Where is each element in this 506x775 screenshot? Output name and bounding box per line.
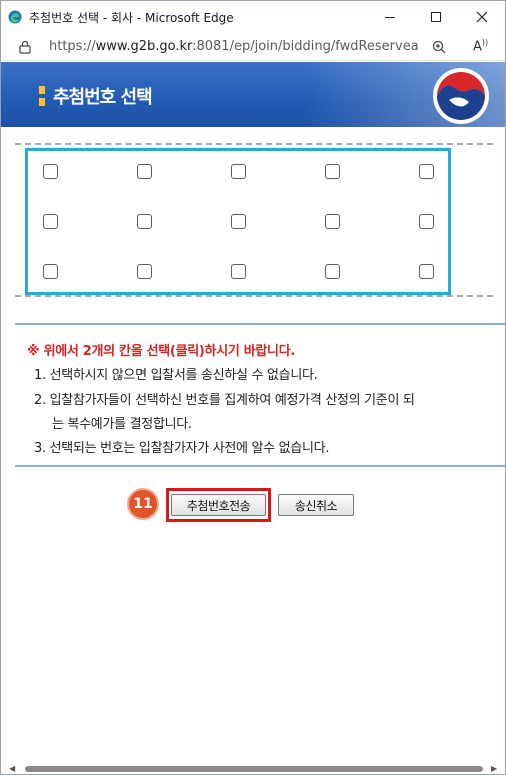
instruction-item-3: 3. 선택되는 번호는 입찰참가자가 사전에 알수 없습니다.	[34, 441, 330, 456]
title-bar: 추첨번호 선택 - 회사 - Microsoft Edge	[1, 1, 505, 33]
maximize-button[interactable]	[413, 1, 459, 33]
divider-bottom	[15, 295, 493, 297]
send-number-button[interactable]: 추첨번호전송	[171, 494, 266, 516]
horizontal-scrollbar[interactable]: ◀ ▶	[1, 762, 505, 774]
divider-top	[15, 143, 493, 145]
cancel-send-button[interactable]: 송신취소	[278, 494, 354, 516]
address-bar: https://www.g2b.go.kr:8081/ep/join/biddi…	[1, 33, 505, 61]
number-checkbox-2[interactable]	[137, 164, 152, 179]
number-selection-grid	[25, 148, 451, 295]
number-checkbox-6[interactable]	[43, 214, 58, 229]
government-emblem-icon	[433, 68, 489, 124]
maximize-icon	[431, 12, 441, 22]
window-title: 추첨번호 선택 - 회사 - Microsoft Edge	[29, 11, 234, 25]
page-title: 추첨번호 선택	[53, 87, 153, 108]
scroll-right-icon[interactable]: ▶	[491, 764, 497, 773]
scroll-left-icon[interactable]: ◀	[9, 764, 15, 773]
edge-logo-icon	[8, 10, 22, 24]
url-path: :8081/ep/join/bidding/fwdReservea...	[192, 39, 419, 54]
minimize-button[interactable]	[367, 1, 413, 33]
title-marker-icon	[39, 86, 45, 106]
url-prefix: https://	[49, 39, 96, 54]
number-checkbox-12[interactable]	[137, 264, 152, 279]
lock-icon[interactable]	[19, 40, 31, 54]
instruction-item-2-cont: 는 복수예가를 결정합니다.	[52, 417, 192, 432]
page-content: 추첨번호 선택 ※ 위에서 2개의 칸을 선택(클릭)하시기 바랍니다. 1. …	[1, 62, 505, 762]
number-checkbox-8[interactable]	[231, 214, 246, 229]
zoom-icon[interactable]	[432, 40, 446, 54]
instructions-box: ※ 위에서 2개의 칸을 선택(클릭)하시기 바랍니다. 1. 선택하시지 않으…	[15, 323, 505, 467]
number-checkbox-1[interactable]	[43, 164, 58, 179]
url-field[interactable]: https://www.g2b.go.kr:8081/ep/join/biddi…	[49, 39, 419, 54]
step-badge: 11	[127, 488, 159, 520]
instruction-item-2: 2. 입찰참가자들이 선택하신 번호를 집계하여 예정가격 산정의 기준이 되	[34, 393, 415, 408]
scrollbar-thumb[interactable]	[25, 766, 483, 772]
close-button[interactable]	[459, 1, 505, 33]
number-checkbox-15[interactable]	[419, 264, 434, 279]
selection-warning: ※ 위에서 2개의 칸을 선택(클릭)하시기 바랍니다.	[27, 344, 296, 359]
number-checkbox-11[interactable]	[43, 264, 58, 279]
number-checkbox-3[interactable]	[231, 164, 246, 179]
close-icon	[476, 11, 488, 23]
number-checkbox-10[interactable]	[419, 214, 434, 229]
instruction-item-1: 1. 선택하시지 않으면 입찰서를 송신하실 수 없습니다.	[34, 368, 318, 383]
number-checkbox-7[interactable]	[137, 214, 152, 229]
minimize-icon	[385, 16, 395, 18]
url-host: www.g2b.go.kr	[95, 39, 193, 54]
read-aloud-icon[interactable]: A))	[473, 38, 488, 54]
number-checkbox-14[interactable]	[325, 264, 340, 279]
browser-window: 추첨번호 선택 - 회사 - Microsoft Edge https://ww…	[0, 0, 506, 775]
number-checkbox-4[interactable]	[325, 164, 340, 179]
number-checkbox-13[interactable]	[231, 264, 246, 279]
number-checkbox-5[interactable]	[419, 164, 434, 179]
number-checkbox-9[interactable]	[325, 214, 340, 229]
